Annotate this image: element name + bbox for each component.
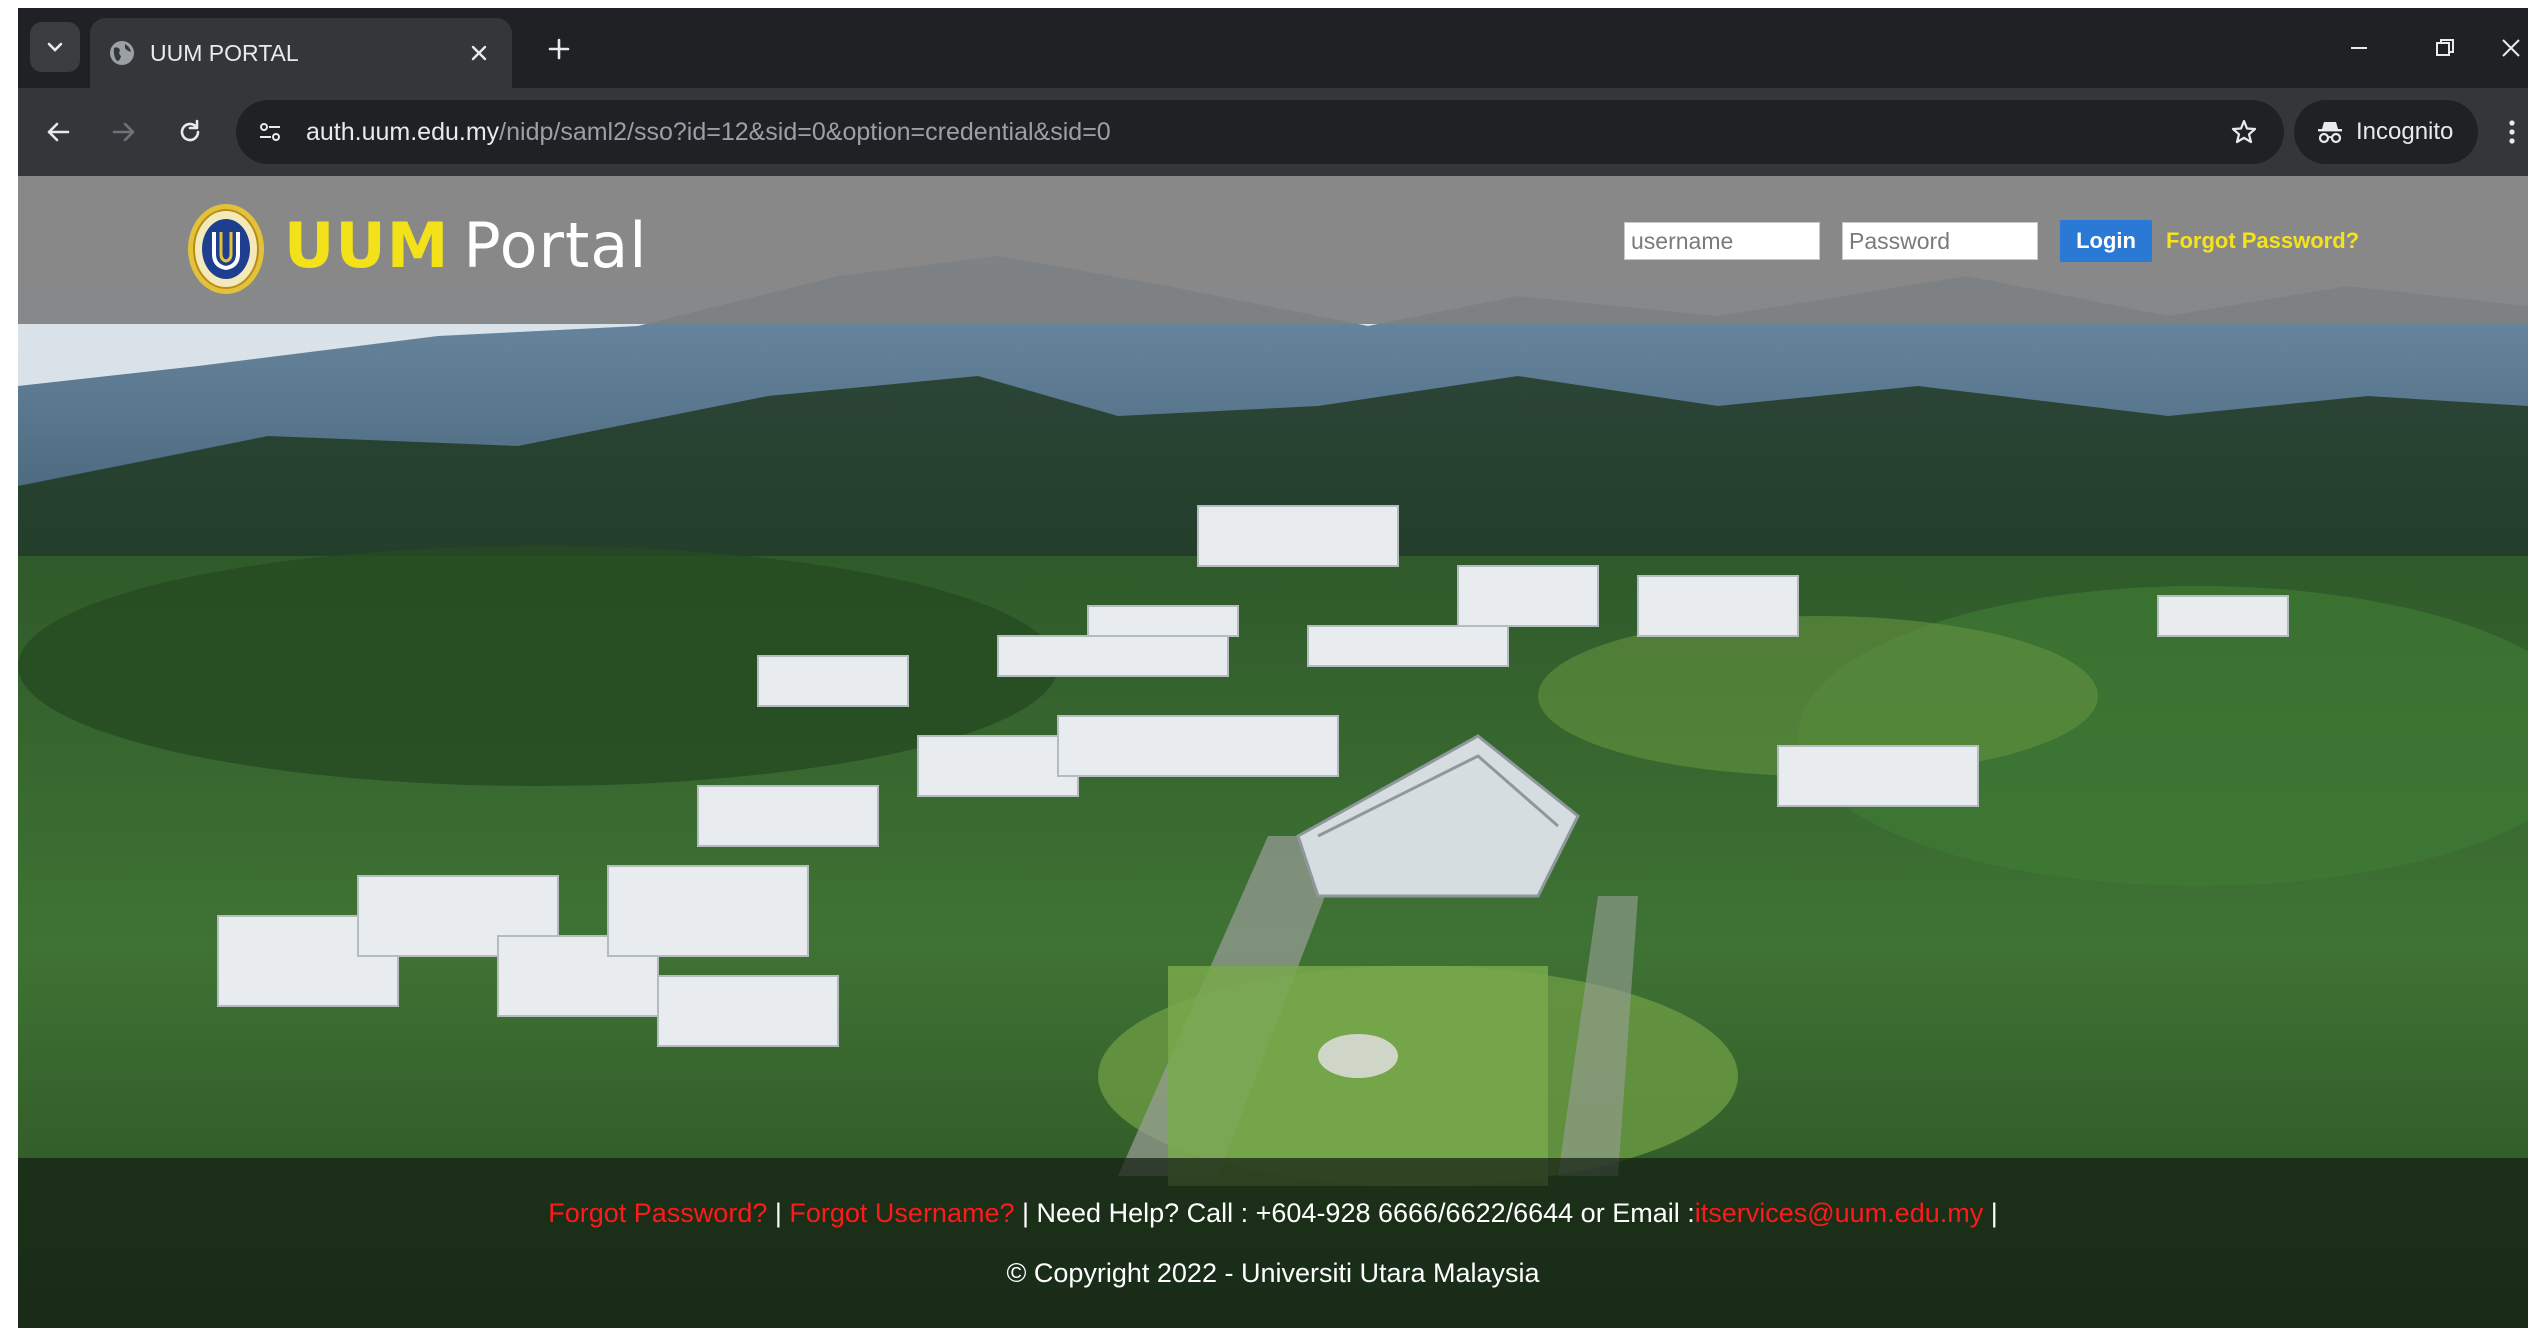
active-tab[interactable]: UUM PORTAL	[90, 18, 512, 88]
incognito-indicator[interactable]: Incognito	[2294, 100, 2478, 164]
reload-icon	[180, 119, 200, 142]
password-input[interactable]	[1842, 222, 2038, 260]
minimize-icon	[2351, 47, 2367, 49]
address-bar[interactable]: auth.uum.edu.my/nidp/saml2/sso?id=12&sid…	[236, 100, 2284, 164]
browser-toolbar: auth.uum.edu.my/nidp/saml2/sso?id=12&sid…	[18, 88, 2528, 176]
footer-email-link[interactable]: itservices@uum.edu.my	[1695, 1198, 1984, 1228]
restore-button[interactable]	[2416, 22, 2474, 74]
portal-logo-text: UUM Portal	[284, 206, 648, 287]
close-icon	[471, 45, 487, 61]
tab-title: UUM PORTAL	[150, 40, 299, 66]
username-input[interactable]	[1624, 222, 1820, 260]
site-info-icon	[260, 123, 280, 141]
browser-menu-button[interactable]	[2496, 106, 2528, 158]
forgot-password-link[interactable]: Forgot Password?	[2166, 228, 2359, 254]
globe-icon	[110, 41, 134, 65]
footer-forgot-password-link[interactable]: Forgot Password?	[548, 1198, 767, 1228]
footer-links: Forgot Password? | Forgot Username? | Ne…	[18, 1196, 2528, 1230]
close-window-button[interactable]	[2494, 22, 2528, 74]
new-tab-button[interactable]	[538, 28, 580, 70]
incognito-label: Incognito	[2356, 118, 2454, 145]
url-text: auth.uum.edu.my/nidp/saml2/sso?id=12&sid…	[306, 117, 1111, 147]
forward-icon	[112, 122, 135, 142]
uum-seal-logo	[188, 204, 264, 294]
campus-aerial-background	[18, 176, 2528, 1328]
site-info-button[interactable]	[250, 112, 290, 152]
url-host: auth.uum.edu.my	[306, 118, 500, 146]
restore-icon	[2436, 39, 2454, 56]
minimize-button[interactable]	[2330, 22, 2388, 74]
logo-uum: UUM	[284, 209, 450, 282]
incognito-icon	[2318, 122, 2342, 144]
footer-copyright: © Copyright 2022 - Universiti Utara Mala…	[1006, 1258, 1540, 1288]
logo-portal: Portal	[463, 209, 648, 282]
star-icon	[2231, 119, 2257, 144]
more-vert-icon	[2509, 120, 2515, 144]
login-button[interactable]: Login	[2060, 220, 2152, 262]
url-path: /nidp/saml2/sso?id=12&sid=0&option=crede…	[499, 118, 1111, 146]
back-icon	[47, 122, 70, 142]
tab-strip: UUM PORTAL	[18, 8, 2528, 88]
portal-footer: Forgot Password? | Forgot Username? | Ne…	[18, 1158, 2528, 1328]
reload-button[interactable]	[164, 106, 216, 158]
page-viewport: UUMPortal Login Forgot Password? Forgot …	[18, 176, 2528, 1328]
footer-trailing-separator: |	[1983, 1198, 1998, 1228]
forward-button[interactable]	[98, 106, 150, 158]
close-icon	[2502, 39, 2520, 57]
browser-window: UUM PORTAL auth.uum.edu.my/nidp/saml2/ss…	[18, 8, 2528, 1328]
back-button[interactable]	[32, 106, 84, 158]
footer-separator: |	[767, 1198, 790, 1228]
tab-search-button[interactable]	[30, 22, 80, 72]
close-tab-button[interactable]	[460, 34, 498, 72]
plus-icon	[548, 38, 570, 60]
tab-search-icon	[47, 42, 63, 52]
footer-forgot-username-link[interactable]: Forgot Username?	[789, 1198, 1014, 1228]
portal-header: UUMPortal Login Forgot Password?	[18, 176, 2528, 324]
bookmark-button[interactable]	[2224, 112, 2264, 152]
footer-help-text: | Need Help? Call : +604-928 6666/6622/6…	[1014, 1198, 1695, 1228]
